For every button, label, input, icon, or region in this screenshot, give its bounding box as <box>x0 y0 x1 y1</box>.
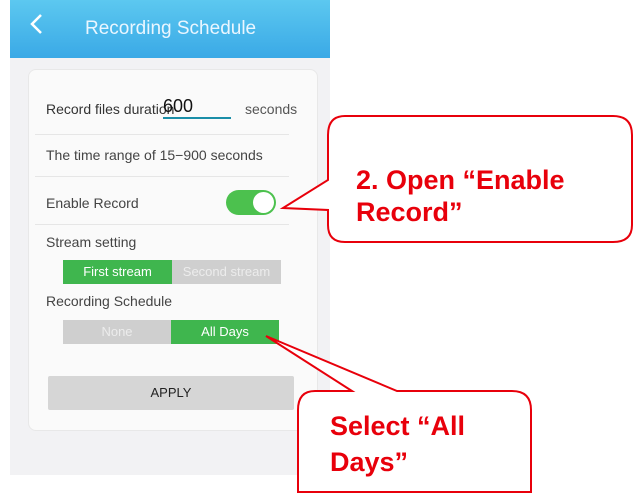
callout-days-line2: Days” <box>330 447 409 477</box>
callout-enable-line2: Record” <box>356 197 463 227</box>
callout-enable-line1: 2. Open “Enable <box>356 165 565 195</box>
callout-graphics <box>265 115 633 493</box>
callout-days-line1: Select “All <box>330 411 466 441</box>
